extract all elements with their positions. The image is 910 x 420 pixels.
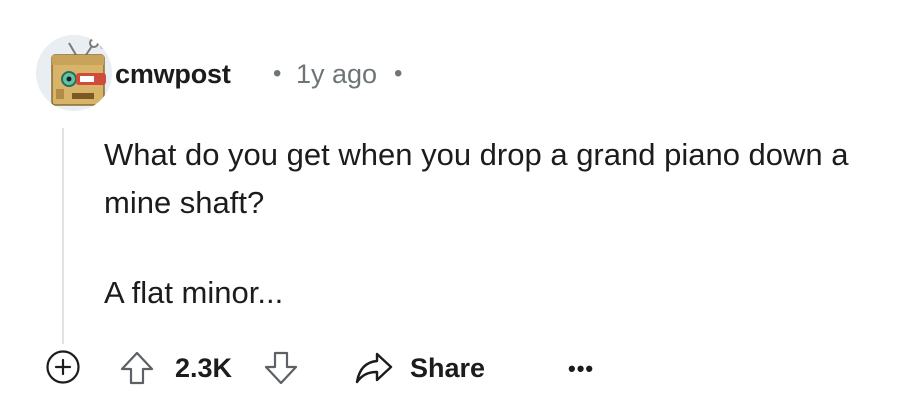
arrow-up-icon bbox=[120, 351, 154, 385]
meta-separator: • bbox=[273, 60, 282, 87]
expand-button[interactable] bbox=[44, 348, 82, 386]
share-button[interactable]: Share bbox=[354, 346, 485, 390]
comment: cmwpost • 1y ago • What do you get when … bbox=[0, 0, 910, 420]
arrow-down-icon bbox=[264, 351, 298, 385]
share-arrow-icon bbox=[355, 352, 393, 384]
ellipsis-icon: ••• bbox=[568, 356, 595, 381]
meta-separator: • bbox=[394, 60, 403, 87]
more-options-button[interactable]: ••• bbox=[568, 354, 598, 384]
comment-body: What do you get when you drop a grand pi… bbox=[104, 131, 884, 317]
avatar-robot-icon bbox=[36, 35, 112, 111]
avatar[interactable] bbox=[36, 35, 112, 111]
plus-circle-icon bbox=[46, 350, 80, 384]
comment-text-line: A flat minor... bbox=[104, 275, 284, 310]
comment-text-line: What do you get when you drop a grand pi… bbox=[104, 137, 849, 220]
downvote-button[interactable] bbox=[261, 348, 301, 388]
comment-actions: 2.3K Share ••• bbox=[0, 340, 910, 396]
comment-timestamp[interactable]: 1y ago bbox=[296, 56, 377, 92]
author-username[interactable]: cmwpost bbox=[115, 56, 231, 92]
upvote-button[interactable] bbox=[117, 348, 157, 388]
thread-line[interactable] bbox=[62, 128, 64, 344]
share-label: Share bbox=[410, 353, 486, 383]
vote-score: 2.3K bbox=[175, 353, 233, 383]
